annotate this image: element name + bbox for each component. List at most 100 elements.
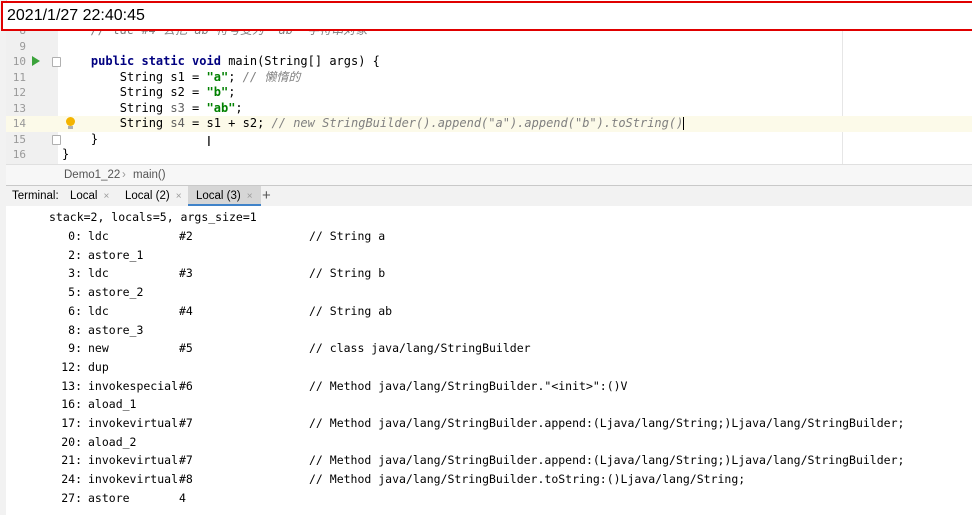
code-token: "b" [206, 85, 229, 99]
terminal-tab-bar: Terminal: Local × Local (2) × Local (3) × + [6, 185, 972, 207]
editor-line[interactable]: 13 String s3 = "ab"; [6, 101, 972, 117]
code-text: } [62, 132, 98, 148]
bytecode-offset: 24: [61, 472, 82, 487]
line-number[interactable]: 10 [6, 54, 26, 70]
bytecode-row: 9: new #5 // class java/lang/StringBuilder [6, 339, 972, 358]
bytecode-opcode: invokevirtual [88, 453, 179, 468]
line-number[interactable]: 16 [6, 147, 26, 163]
bytecode-comment: // String ab [309, 303, 393, 318]
bytecode-row: 12: dup [6, 358, 972, 377]
bytecode-operand: #3 [179, 266, 193, 281]
bytecode-opcode: aload_1 [88, 397, 137, 412]
bytecode-row: 13: invokespecial #6 // Method java/lang/St… [6, 377, 972, 396]
ide-window: 2021/1/27 22:40:45 8 // ldc #4 去把 ab 符号变… [0, 0, 972, 515]
bytecode-opcode: aload_2 [88, 434, 137, 449]
line-number[interactable]: 14 [6, 116, 26, 132]
timestamp-overlay: 2021/1/27 22:40:45 [1, 1, 972, 31]
code-token: String s1 = [62, 69, 207, 84]
bytecode-opcode: astore_2 [88, 285, 144, 300]
add-tab-icon[interactable]: + [262, 186, 271, 206]
tab-label: Local [70, 190, 98, 202]
code-token: } [62, 147, 70, 161]
bytecode-offset: 17: [61, 416, 82, 430]
bytecode-operand: 4 [179, 490, 186, 505]
line-number[interactable]: 11 [6, 70, 26, 86]
terminal-output[interactable]: stack=2, locals=5, args_size=1 0: ldc #2 //… [6, 206, 972, 515]
fold-icon[interactable] [52, 57, 61, 67]
tab-local-3[interactable]: Local (3) × [188, 186, 261, 206]
bytecode-offset: 0: [68, 229, 82, 243]
code-token: "a" [206, 69, 229, 84]
bytecode-offset: 9: [68, 341, 82, 356]
editor-line[interactable]: 10 public static void main(String[] args… [6, 54, 972, 70]
code-text: String s2 = "b"; [62, 85, 236, 101]
code-token: main(String[] args) { [228, 54, 380, 68]
bytecode-operand: #4 [179, 303, 193, 318]
code-token: ; [235, 100, 243, 115]
line-number[interactable]: 9 [6, 39, 26, 55]
tab-local-2[interactable]: Local (2) × [117, 186, 190, 206]
bytecode-opcode: ldc [88, 229, 109, 243]
code-token: = [184, 100, 207, 115]
code-token: "ab" [206, 100, 236, 115]
code-editor[interactable]: 8 // ldc #4 去把 ab 符号变为 "ab" 字符串对象910 pub… [6, 22, 972, 164]
breadcrumb-item-method[interactable]: main() [133, 165, 166, 185]
code-token: } [62, 131, 99, 146]
code-text: String s1 = "a"; // 懒惰的 [62, 69, 301, 86]
bytecode-offset: 2: [68, 247, 82, 262]
bytecode-offset: 8: [68, 322, 82, 337]
breadcrumb: Demo1_22 › main() [6, 164, 972, 185]
bytecode-operand: #7 [179, 453, 193, 468]
bytecode-opcode: invokespecial [88, 378, 179, 393]
bytecode-opcode: astore_3 [88, 322, 144, 337]
breadcrumb-item-class[interactable]: Demo1_22 [64, 165, 120, 185]
bytecode-opcode: astore [88, 490, 130, 505]
line-number[interactable]: 12 [6, 85, 26, 101]
bytecode-comment: // String b [309, 266, 386, 281]
code-token: ; [228, 69, 243, 84]
code-token: public static void [90, 54, 229, 68]
bytecode-opcode: invokevirtual [88, 416, 179, 430]
bytecode-row: 21: invokevirtual #7 // Method java/lang/St… [6, 451, 972, 470]
bytecode-opcode: new [88, 341, 109, 356]
text-caret [683, 117, 685, 130]
editor-line[interactable]: 15 } [6, 132, 972, 148]
bytecode-comment: // String a [309, 229, 386, 243]
editor-line[interactable]: 16} [6, 147, 972, 163]
editor-line[interactable]: 14 String s4 = s1 + s2; // new StringBui… [6, 116, 972, 132]
code-token: s4 [170, 116, 185, 130]
code-text: } [62, 147, 69, 163]
tab-local[interactable]: Local × [62, 186, 117, 206]
editor-line[interactable]: 11 String s1 = "a"; // 懒惰的 [6, 70, 972, 86]
fold-icon[interactable] [52, 134, 61, 145]
editor-line[interactable]: 9 [6, 39, 972, 55]
bytecode-operand: #8 [179, 472, 193, 487]
line-number[interactable]: 13 [6, 101, 26, 117]
bytecode-opcode: ldc [88, 266, 109, 281]
bytecode-comment: // Method java/lang/StringBuilder."<init… [309, 378, 628, 393]
intention-bulb-icon[interactable] [66, 117, 75, 129]
line-number[interactable]: 15 [6, 132, 26, 148]
code-text: public static void main(String[] args) { [62, 54, 380, 70]
close-icon[interactable]: × [176, 191, 182, 202]
bytecode-comment: // Method java/lang/StringBuilder.toStri… [309, 472, 746, 487]
bytecode-offset: 12: [61, 359, 82, 374]
bytecode-comment: // Method java/lang/StringBuilder.append… [309, 416, 905, 430]
breadcrumb-separator: › [122, 169, 126, 181]
bytecode-offset: 21: [61, 453, 82, 468]
bytecode-offset: 27: [61, 490, 82, 505]
close-icon[interactable]: × [247, 191, 253, 202]
bytecode-row: 6: ldc #4 // String ab [6, 302, 972, 321]
code-token: = s1 + s2; [184, 116, 272, 130]
code-token: s3 [170, 100, 185, 115]
tab-label: Local (2) [125, 190, 170, 202]
bytecode-row: 24: invokevirtual #8 // Method java/lang/St… [6, 470, 972, 489]
close-icon[interactable]: × [104, 191, 110, 202]
bytecode-offset: 13: [61, 378, 82, 393]
terminal-header-line: stack=2, locals=5, args_size=1 [49, 210, 257, 224]
bytecode-comment: // Method java/lang/StringBuilder.append… [309, 453, 905, 468]
code-token: String [62, 116, 171, 130]
editor-line[interactable]: 12 String s2 = "b"; [6, 85, 972, 101]
run-gutter-icon[interactable] [32, 56, 40, 66]
bytecode-operand: #5 [179, 341, 193, 356]
